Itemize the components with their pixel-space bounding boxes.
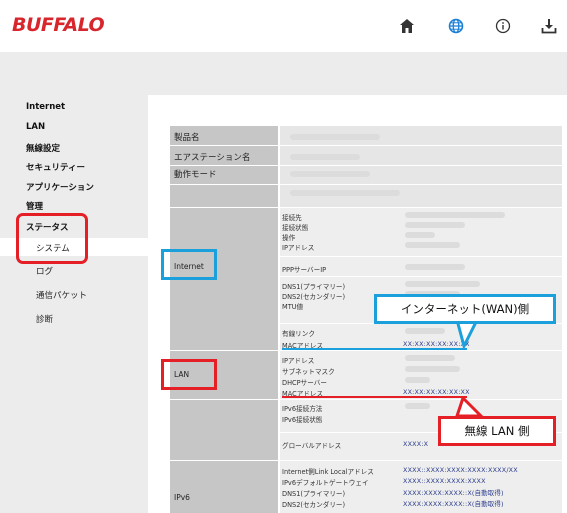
field-subnet-mask: サブネットマスク bbox=[282, 368, 335, 376]
lan-callout: 無線 LAN 側 bbox=[438, 416, 556, 446]
field-dhcp-server: DHCPサーバー bbox=[282, 379, 327, 387]
row-divider bbox=[170, 207, 562, 208]
sidebar-item-applications[interactable]: アプリケーション bbox=[26, 181, 94, 193]
globe-icon[interactable] bbox=[445, 15, 467, 37]
field-ipv6-method: IPv6接続方法 bbox=[282, 405, 323, 413]
row-divider bbox=[170, 165, 562, 166]
row-divider bbox=[170, 184, 562, 185]
row-divider bbox=[170, 350, 562, 351]
wan-mac-underline bbox=[282, 348, 467, 350]
field-global-address: グローバルアドレス bbox=[282, 442, 342, 450]
sidebar-item-internet[interactable]: Internet bbox=[26, 102, 65, 112]
wan-callout-pointer bbox=[455, 320, 479, 350]
row-divider bbox=[170, 145, 562, 146]
field-dns1: DNS1(プライマリー) bbox=[282, 283, 346, 291]
info-icon[interactable] bbox=[492, 15, 514, 37]
buffalo-logo[interactable]: BUFFALO bbox=[12, 14, 105, 36]
field-ip-address: IPアドレス bbox=[282, 244, 315, 252]
sidebar-item-wireless[interactable]: 無線設定 bbox=[26, 142, 60, 154]
blurred-value bbox=[405, 377, 430, 383]
row-divider bbox=[170, 460, 562, 461]
field-link-local: Internet側Link Localアドレス bbox=[282, 468, 374, 476]
field-operation: 操作 bbox=[282, 234, 296, 242]
sidebar-item-admin[interactable]: 管理 bbox=[26, 200, 43, 212]
field-connection-dest: 接続先 bbox=[282, 214, 302, 222]
sidebar-item-lan[interactable]: LAN bbox=[26, 122, 45, 132]
link-local-value: XXXX::XXXX:XXXX:XXXX:XXXX/XX bbox=[403, 466, 518, 474]
internet-highlight-box bbox=[161, 249, 217, 280]
sidebar-subitem-packets[interactable]: 通信パケット bbox=[36, 289, 87, 301]
label-operation-mode: 動作モード bbox=[174, 170, 217, 180]
blurred-value bbox=[405, 403, 430, 409]
download-icon[interactable] bbox=[538, 15, 560, 37]
field-dns2: DNS2(セカンダリー) bbox=[282, 293, 346, 301]
field-ipv6-dns1: DNS1(プライマリー) bbox=[282, 490, 346, 498]
home-icon[interactable] bbox=[396, 15, 418, 37]
blurred-value bbox=[405, 264, 465, 270]
mode-row-extra bbox=[280, 184, 562, 208]
field-wired-link: 有線リンク bbox=[282, 330, 315, 338]
blurred-value bbox=[405, 366, 460, 372]
page: BUFFALO Internet LAN 無線設定 セキュリティー アプリケーシ… bbox=[0, 0, 567, 513]
field-lan-ip: IPアドレス bbox=[282, 357, 315, 365]
sidebar-subitem-diagnostics[interactable]: 診断 bbox=[36, 313, 53, 325]
blurred-value bbox=[290, 190, 400, 196]
blurred-value bbox=[405, 242, 460, 248]
lan-mac-value: XX:XX:XX:XX:XX:XX bbox=[403, 388, 470, 396]
gateway-value: XXXX::XXXX:XXXX:XXXX bbox=[403, 477, 486, 485]
field-ipv6-gateway: IPv6デフォルトゲートウェイ bbox=[282, 479, 369, 487]
field-mtu: MTU値 bbox=[282, 303, 304, 311]
header: BUFFALO bbox=[0, 0, 567, 52]
global-address-value: XXXX:X bbox=[403, 440, 429, 448]
blurred-value bbox=[405, 222, 465, 228]
blurred-value bbox=[405, 355, 455, 361]
blurred-value bbox=[290, 171, 370, 177]
field-ipv6-state: IPv6接続状態 bbox=[282, 416, 323, 424]
status-highlight-box bbox=[16, 213, 88, 264]
field-connection-state: 接続状態 bbox=[282, 224, 309, 232]
field-ppp-server-ip: PPPサーバーIP bbox=[282, 266, 327, 274]
lan-mac-underline bbox=[282, 396, 467, 398]
wan-callout: インターネット(WAN)側 bbox=[374, 294, 556, 324]
ipv6-dns2-value: XXXX:XXXX:XXXX::X(自動取得) bbox=[403, 500, 504, 508]
blurred-value bbox=[405, 281, 480, 287]
sidebar-subitem-log[interactable]: ログ bbox=[36, 265, 53, 277]
sidebar-item-security[interactable]: セキュリティー bbox=[26, 161, 85, 173]
blurred-value bbox=[405, 232, 435, 238]
ipv6-dns1-value: XXXX:XXXX:XXXX::X(自動取得) bbox=[403, 489, 504, 497]
label-ipv6: IPv6 bbox=[174, 493, 190, 502]
row-divider bbox=[170, 399, 562, 400]
blurred-value bbox=[290, 154, 360, 160]
sub-divider bbox=[280, 256, 562, 257]
lan-highlight-box bbox=[161, 359, 217, 390]
sub-divider bbox=[280, 276, 562, 277]
blurred-value bbox=[405, 328, 445, 334]
label-product-name: 製品名 bbox=[174, 133, 200, 143]
field-ipv6-dns2: DNS2(セカンダリー) bbox=[282, 501, 346, 509]
blurred-value bbox=[290, 134, 380, 140]
blurred-value bbox=[405, 212, 505, 218]
label-airstation-name: エアステーション名 bbox=[174, 153, 251, 163]
